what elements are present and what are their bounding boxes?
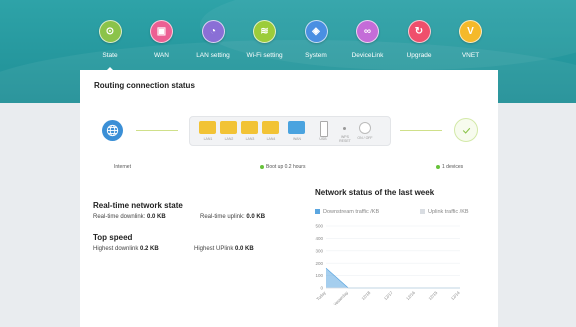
port-label: LAN2 xyxy=(224,137,234,141)
highest-uplink: Highest UPlink 0.0 KB xyxy=(194,246,254,252)
highest-uplink-label: Highest UPlink xyxy=(194,246,234,252)
y-tick-label: 500 xyxy=(315,224,323,229)
routing-title: Routing connection status xyxy=(94,81,195,90)
usb-port xyxy=(320,121,328,137)
devices-status: 1 devices xyxy=(436,164,463,170)
shield-icon: ◈ xyxy=(304,20,328,43)
main-card: Routing connection status LAN1 LAN2 LAN3… xyxy=(80,70,498,327)
lan2-port xyxy=(220,121,237,134)
x-tick-label: Yesterday xyxy=(332,290,349,307)
wifi-icon: ≋ xyxy=(253,20,276,43)
nav-label: VNET xyxy=(461,52,480,59)
realtime-title: Real-time network state xyxy=(93,201,183,210)
status-dot-icon xyxy=(436,164,440,169)
internet-label: Internet xyxy=(114,164,131,170)
downlink-value: 0.0 KB xyxy=(147,214,166,220)
nav-item-wan[interactable]: ▣ WAN xyxy=(135,20,189,59)
realtime-uplink: Real-time uplink: 0.0 KB xyxy=(200,214,265,220)
x-tick-label: 12/14 xyxy=(450,290,461,301)
nav-item-upgrade[interactable]: ↻ Upgrade xyxy=(392,20,446,59)
lan4-port xyxy=(262,121,279,134)
y-tick-label: 100 xyxy=(315,273,323,278)
y-tick-label: 400 xyxy=(315,236,323,241)
nav-item-system[interactable]: ◈ System xyxy=(289,20,343,59)
nav-label: System xyxy=(305,52,327,59)
nav-label: Upgrade xyxy=(406,52,432,59)
nav-label: LAN setting xyxy=(196,52,230,59)
port-label: LAN1 xyxy=(203,137,213,141)
nav-item-lan-setting[interactable]: ◔ LAN setting xyxy=(186,20,240,59)
router-panel: LAN1 LAN2 LAN3 LAN4 WAN USB WPS RESET ON… xyxy=(189,116,391,146)
y-tick-label: 300 xyxy=(315,248,323,253)
weekly-title: Network status of the last week xyxy=(315,188,435,197)
main-nav: ⊙ State ▣ WAN ◔ LAN setting ≋ Wi-Fi setting ◈ Sys… xyxy=(83,20,493,73)
router-icon: ⊙ xyxy=(98,20,122,43)
x-tick-label: 12/16 xyxy=(405,290,416,301)
refresh-icon: ↻ xyxy=(407,20,431,43)
check-icon xyxy=(454,118,478,142)
x-tick-label: 12/17 xyxy=(383,290,394,301)
y-tick-label: 200 xyxy=(315,261,323,266)
nav-item-devicelink[interactable]: ∞ DeviceLink xyxy=(341,20,395,59)
highest-downlink-value: 0.2 KB xyxy=(140,246,159,252)
legend-downstream-label: Downstream traffic /KB xyxy=(323,209,380,215)
highest-uplink-value: 0.0 KB xyxy=(235,246,254,252)
x-tick-label: 12/18 xyxy=(360,290,371,301)
link-icon: ∞ xyxy=(356,20,379,43)
uptime-text: Boot up 0.2 hours xyxy=(266,164,306,170)
weekly-traffic-chart: 0 100 200 300 400 500 Today Yesterday 12/18 12/17… xyxy=(315,224,461,307)
y-tick-label: 0 xyxy=(320,286,323,291)
nav-item-state[interactable]: ⊙ State xyxy=(83,20,137,73)
nav-label: State xyxy=(102,52,118,59)
connection-line xyxy=(136,130,178,131)
uptime-status: Boot up 0.2 hours xyxy=(260,164,305,170)
highest-downlink: Highest downlink 0.2 KB xyxy=(93,246,159,252)
lan-icon: ◔ xyxy=(201,20,225,43)
uplink-label: Real-time uplink: xyxy=(200,214,245,220)
legend-downstream: Downstream traffic /KB xyxy=(315,209,379,215)
wps-label: WPS RESET xyxy=(339,135,351,143)
wan-port xyxy=(288,121,305,134)
uplink-value: 0.0 KB xyxy=(246,214,266,220)
x-tick-label: 12/15 xyxy=(427,290,438,301)
nav-item-vnet[interactable]: V VNET xyxy=(444,20,498,59)
devices-text: 1 devices xyxy=(442,164,464,170)
nav-item-wi-fi-setting[interactable]: ≋ Wi-Fi setting xyxy=(238,20,292,59)
port-label: LAN4 xyxy=(266,137,276,141)
routing-diagram: LAN1 LAN2 LAN3 LAN4 WAN USB WPS RESET ON… xyxy=(80,110,498,160)
usb-label: USB xyxy=(319,137,327,141)
nav-label: WAN xyxy=(154,52,169,59)
nav-label: DeviceLink xyxy=(351,52,384,59)
topspeed-title: Top speed xyxy=(93,233,133,242)
highest-downlink-label: Highest downlink xyxy=(93,246,139,252)
status-dot-icon xyxy=(260,164,264,169)
internet-globe-icon xyxy=(102,120,123,141)
downstream-line xyxy=(325,267,460,289)
downlink-label: Real-time downlink: xyxy=(93,214,146,220)
wan-icon: ▣ xyxy=(150,20,173,43)
port-label: LAN3 xyxy=(245,137,255,141)
vnet-icon: V xyxy=(459,20,482,43)
power-label: ON / OFF xyxy=(357,136,373,140)
connection-line xyxy=(400,130,442,131)
legend-uplink-label: Uplink traffic /KB xyxy=(428,209,469,215)
port-label: WAN xyxy=(292,137,302,141)
lan1-port xyxy=(199,121,216,134)
downstream-area xyxy=(326,268,460,288)
power-button-icon xyxy=(359,122,371,134)
wps-button-icon xyxy=(343,127,346,130)
nav-label: Wi-Fi setting xyxy=(246,52,283,59)
downstream-swatch xyxy=(315,209,320,215)
realtime-downlink: Real-time downlink: 0.0 KB xyxy=(93,214,166,220)
legend-uplink: Uplink traffic /KB xyxy=(420,209,469,215)
lan3-port xyxy=(241,121,258,134)
x-tick-label: Today xyxy=(315,290,327,302)
uplink-swatch xyxy=(420,209,425,215)
